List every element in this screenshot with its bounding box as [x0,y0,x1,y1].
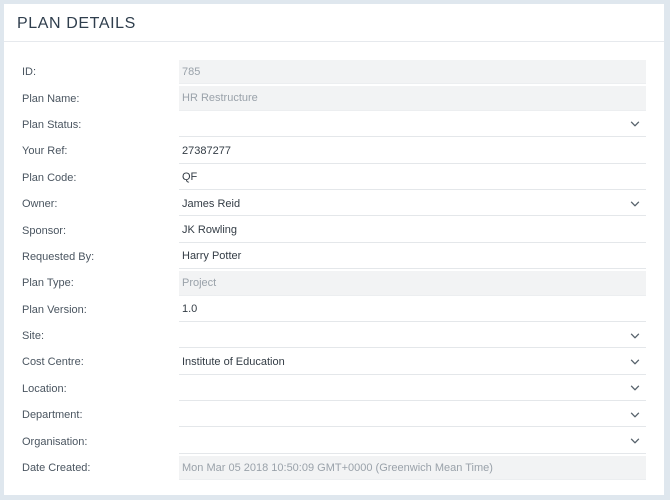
field-label-plan-code: Plan Code: [22,171,77,184]
form-row-plan-version: Plan Version: 1.0 [4,297,664,323]
plan-version-field-value: 1.0 [182,303,198,316]
id-field[interactable]: 785 [179,60,646,85]
your-ref-field[interactable]: 27387277 [179,139,646,164]
form-row-plan-status: Plan Status: [4,112,664,138]
owner-select[interactable]: James Reid [179,191,646,217]
sponsor-field[interactable]: JK Rowling [179,218,646,243]
plan-name-field-value: HR Restructure [182,92,258,105]
panel-header: PLAN DETAILS [4,4,664,42]
date-created-field-value: Mon Mar 05 2018 10:50:09 GMT+0000 (Green… [182,461,493,474]
field-label-cost-centre: Cost Centre: [22,356,84,369]
form-row-requested-by: Requested By: Harry Potter [4,244,664,270]
form-row-sponsor: Sponsor: JK Rowling [4,217,664,243]
chevron-down-icon[interactable] [630,410,640,420]
chevron-down-icon[interactable] [630,119,640,129]
organisation-select[interactable] [179,429,646,454]
form-row-location: Location: [4,376,664,402]
date-created-field[interactable]: Mon Mar 05 2018 10:50:09 GMT+0000 (Green… [179,455,646,481]
form-row-date-created: Date Created: Mon Mar 05 2018 10:50:09 G… [4,455,664,481]
requested-by-field-value: Harry Potter [182,250,242,263]
cost-centre-select-value: Institute of Education [182,355,285,368]
form-row-site: Site: [4,323,664,349]
form-row-plan-name: Plan Name: HR Restructure [4,85,664,111]
location-select[interactable] [179,376,646,402]
requested-by-field[interactable]: Harry Potter [179,244,646,270]
chevron-down-icon[interactable] [630,331,640,341]
form-row-plan-type: Plan Type: Project [4,270,664,296]
sponsor-field-value: JK Rowling [182,224,238,237]
field-label-sponsor: Sponsor: [22,224,67,237]
site-select[interactable] [179,323,646,349]
chevron-down-icon[interactable] [630,357,640,367]
form-row-organisation: Organisation: [4,428,664,454]
department-select[interactable] [179,403,646,428]
form-row-id: ID: 785 [4,59,664,85]
owner-select-value: James Reid [182,197,241,210]
form-row-department: Department: [4,402,664,428]
field-label-plan-type: Plan Type: [22,277,74,290]
form-row-owner: Owner: James Reid [4,191,664,217]
field-label-department: Department: [22,409,83,422]
field-label-your-ref: Your Ref: [22,145,68,158]
plan-code-field-value: QF [182,171,198,184]
field-label-owner: Owner: [22,198,58,211]
plan-details-panel: PLAN DETAILS ID: 785 Plan Name: HR Restr… [4,4,664,495]
field-label-organisation: Organisation: [22,435,88,448]
plan-name-field[interactable]: HR Restructure [179,86,646,111]
field-label-plan-status: Plan Status: [22,118,82,131]
field-label-location: Location: [22,382,67,395]
plan-type-field-value: Project [182,276,217,289]
form-row-cost-centre: Cost Centre: Institute of Education [4,349,664,375]
panel-title: PLAN DETAILS [17,15,136,32]
your-ref-field-value: 27387277 [182,144,231,157]
plan-details-form: ID: 785 Plan Name: HR Restructure Plan S… [4,59,664,481]
field-label-id: ID: [22,66,37,79]
field-label-plan-name: Plan Name: [22,92,80,105]
chevron-down-icon[interactable] [630,383,640,393]
field-label-site: Site: [22,330,45,343]
plan-code-field[interactable]: QF [179,165,646,190]
form-row-your-ref: Your Ref: 27387277 [4,138,664,164]
plan-type-field[interactable]: Project [179,271,646,296]
plan-version-field[interactable]: 1.0 [179,297,646,322]
form-row-plan-code: Plan Code: QF [4,165,664,191]
chevron-down-icon[interactable] [630,199,640,209]
field-label-plan-version: Plan Version: [22,303,87,316]
field-label-date-created: Date Created: [22,462,91,475]
chevron-down-icon[interactable] [630,436,640,446]
cost-centre-select[interactable]: Institute of Education [179,350,646,375]
id-field-value: 785 [182,65,201,78]
plan-status-select[interactable] [179,112,646,138]
field-label-requested-by: Requested By: [22,250,95,263]
